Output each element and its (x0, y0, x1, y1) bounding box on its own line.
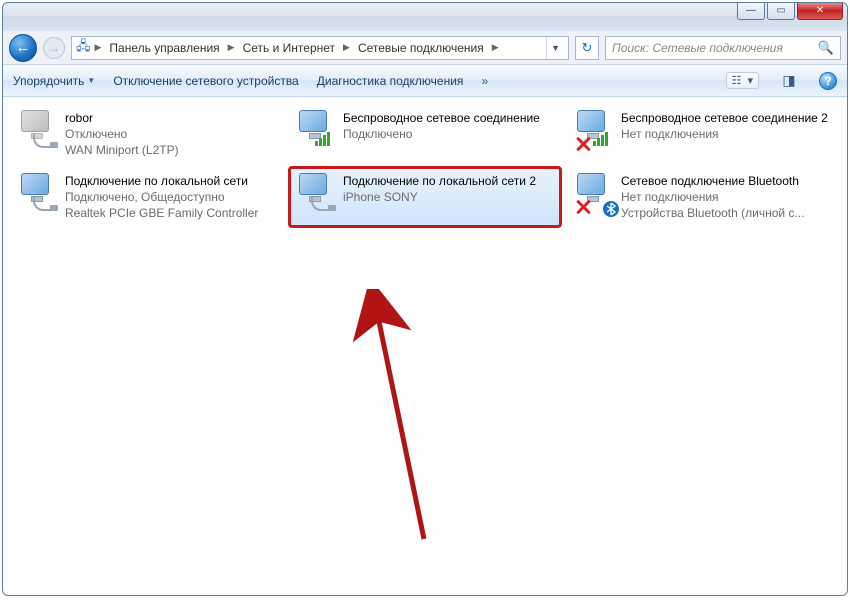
connection-status: Нет подключения (621, 189, 831, 205)
address-bar[interactable]: 🖧 ▶ Панель управления ▶ Сеть и Интернет … (71, 36, 569, 60)
connection-title: Подключение по локальной сети 2 (343, 173, 553, 189)
connection-item[interactable]: Беспроводное сетевое соединение 2Нет под… (568, 105, 838, 164)
connection-text: Сетевое подключение BluetoothНет подключ… (621, 173, 831, 222)
connection-status: Нет подключения (621, 126, 831, 142)
command-bar: Упорядочить▼ Отключение сетевого устройс… (3, 65, 847, 97)
connection-device: iPhone SONY (343, 189, 553, 205)
connection-status: Отключено (65, 126, 275, 142)
chevron-right-icon: ▶ (341, 42, 352, 53)
network-adapter-icon (19, 110, 59, 152)
connection-text: Подключение по локальной сетиПодключено,… (65, 173, 275, 222)
content-area: roborОтключеноWAN Miniport (L2TP) Беспров… (4, 99, 846, 594)
connection-status: Подключено (343, 126, 553, 142)
breadcrumb-segment[interactable]: Сетевые подключения (354, 41, 488, 55)
connection-text: Подключение по локальной сети 2iPhone SO… (343, 173, 553, 222)
connection-title: Сетевое подключение Bluetooth (621, 173, 831, 189)
back-button[interactable]: ← (9, 34, 37, 62)
network-adapter-icon (19, 173, 59, 215)
chevron-right-icon: ▶ (490, 42, 501, 53)
address-dropdown-button[interactable]: ▼ (546, 37, 564, 59)
view-icon: ☷ (729, 74, 745, 87)
search-input[interactable]: Поиск: Сетевые подключения 🔍 (605, 36, 841, 60)
refresh-button[interactable]: ↻ (575, 36, 599, 60)
connection-title: robor (65, 110, 275, 126)
maximize-button[interactable]: ▭ (767, 2, 795, 20)
breadcrumb-segment[interactable]: Сеть и Интернет (239, 41, 339, 55)
breadcrumb-segment[interactable]: Панель управления (105, 41, 223, 55)
annotation-arrow (304, 289, 464, 569)
connection-item[interactable]: roborОтключеноWAN Miniport (L2TP) (12, 105, 282, 164)
overflow-chevron-icon[interactable]: » (481, 74, 488, 88)
connection-item[interactable]: Беспроводное сетевое соединениеПодключен… (290, 105, 560, 164)
chevron-right-icon: ▶ (226, 42, 237, 53)
connection-text: Беспроводное сетевое соединение 2Нет под… (621, 110, 831, 159)
disable-device-button[interactable]: Отключение сетевого устройства (113, 74, 298, 88)
control-panel-icon: 🖧 (76, 37, 91, 59)
search-placeholder: Поиск: Сетевые подключения (612, 41, 783, 55)
diagnose-connection-button[interactable]: Диагностика подключения (317, 74, 464, 88)
connection-device: WAN Miniport (L2TP) (65, 142, 275, 158)
connection-title: Беспроводное сетевое соединение (343, 110, 553, 126)
connection-text: roborОтключеноWAN Miniport (L2TP) (65, 110, 275, 159)
forward-button[interactable]: → (43, 37, 65, 59)
close-button[interactable]: ✕ (797, 2, 843, 20)
titlebar: — ▭ ✕ (3, 3, 847, 31)
organize-menu[interactable]: Упорядочить▼ (13, 74, 95, 88)
connection-item[interactable]: Подключение по локальной сети 2iPhone SO… (290, 168, 560, 227)
chevron-right-icon: ▶ (93, 42, 104, 53)
connection-item[interactable]: Подключение по локальной сетиПодключено,… (12, 168, 282, 227)
network-adapter-icon (575, 110, 615, 152)
view-options-button[interactable]: ☷ ▾ (726, 72, 759, 89)
minimize-button[interactable]: — (737, 2, 765, 20)
network-adapter-icon (297, 110, 337, 152)
connection-item[interactable]: Сетевое подключение BluetoothНет подключ… (568, 168, 838, 227)
navigation-bar: ← → 🖧 ▶ Панель управления ▶ Сеть и Интер… (3, 31, 847, 65)
network-adapter-icon (575, 173, 615, 215)
preview-pane-button[interactable]: ◨ (777, 70, 801, 92)
network-adapter-icon (297, 173, 337, 215)
help-button[interactable]: ? (819, 72, 837, 90)
connection-status: Подключено, Общедоступно (65, 189, 275, 205)
connection-title: Беспроводное сетевое соединение 2 (621, 110, 831, 126)
connection-text: Беспроводное сетевое соединениеПодключен… (343, 110, 553, 159)
connection-title: Подключение по локальной сети (65, 173, 275, 189)
search-icon: 🔍 (818, 40, 834, 56)
connection-device: Устройства Bluetooth (личной с... (621, 205, 831, 221)
connection-device: Realtek PCIe GBE Family Controller (65, 205, 275, 221)
